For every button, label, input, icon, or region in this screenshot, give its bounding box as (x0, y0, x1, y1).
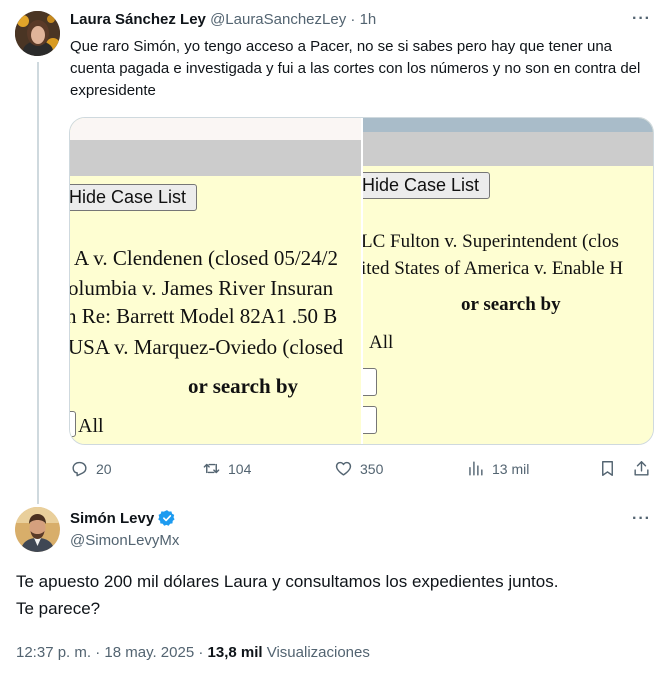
parent-tweet-text: Que raro Simón, yo tengo acceso a Pacer,… (70, 38, 641, 99)
main-tweet-text-line: Te apuesto 200 mil dólares Laura y consu… (16, 572, 559, 591)
more-options-button[interactable]: ··· (632, 510, 651, 528)
all-label: All (369, 332, 394, 353)
verified-badge-icon[interactable] (158, 509, 176, 527)
share-button[interactable] (632, 459, 651, 483)
case-line: n Re: Barrett Model 82A1 .50 B (70, 304, 338, 328)
all-label: All (78, 415, 104, 437)
case-line: LC Fulton v. Superintendent (clos (363, 231, 619, 252)
like-icon (335, 461, 352, 476)
bookmark-button[interactable] (598, 459, 617, 483)
main-tweet-text: Te apuesto 200 mil dólares Laura y consu… (16, 568, 656, 622)
repost-count: 104 (228, 460, 252, 477)
reply-icon (72, 461, 87, 477)
time-ago[interactable]: 1h (360, 11, 377, 28)
separator-dot: · (350, 11, 356, 28)
views-icon (469, 461, 483, 476)
case-line: A v. Clendenen (closed 05/24/2 (74, 246, 339, 270)
handle[interactable]: @SimonLevyMx (70, 532, 179, 549)
media-image-left[interactable]: Hide Case List A v. Clendenen (closed 05… (70, 118, 361, 444)
hide-case-list-button: Hide Case List (363, 172, 491, 199)
media-image-right[interactable]: Hide Case List LC Fulton v. Superintende… (363, 118, 653, 444)
search-by-label: or search by (461, 294, 561, 315)
checkbox (363, 406, 377, 434)
views-total: 13,8 mil (207, 644, 263, 661)
checkbox (70, 411, 76, 437)
like-count: 350 (360, 460, 384, 477)
repost-button[interactable]: 104 (202, 459, 251, 478)
avatar-simon[interactable] (15, 507, 60, 552)
like-button[interactable]: 350 (334, 459, 383, 478)
image-gray-bar (70, 140, 361, 176)
image-gray-bar (363, 132, 653, 166)
image-top-strip (70, 118, 361, 140)
tweet-date[interactable]: 18 may. 2025 (104, 644, 194, 661)
search-by-label: or search by (188, 374, 299, 398)
reply-count: 20 (96, 460, 112, 477)
tweet-metadata: 12:37 p. m. · 18 may. 2025 · 13,8 mil Vi… (16, 644, 370, 661)
more-icon: ··· (632, 510, 651, 527)
separator-dot: · (95, 644, 101, 661)
checkbox (363, 368, 377, 396)
bookmark-icon (602, 461, 613, 476)
more-options-button[interactable]: ··· (632, 10, 651, 28)
tweet-media[interactable]: Hide Case List A v. Clendenen (closed 05… (69, 117, 654, 445)
avatar-laura-image (15, 11, 60, 56)
repost-icon (203, 463, 220, 474)
views-button[interactable]: 13 mil (466, 459, 529, 478)
main-tweet-text-line: Te parece? (16, 599, 101, 618)
views-count: 13 mil (492, 460, 530, 477)
reply-button[interactable]: 20 (70, 459, 112, 478)
hide-case-list-button: Hide Case List (70, 184, 198, 211)
case-line: USA v. Marquez-Oviedo (closed (70, 335, 344, 359)
case-line: olumbia v. James River Insuran (70, 276, 334, 300)
avatar-simon-image (15, 507, 60, 552)
more-icon: ··· (632, 10, 651, 27)
display-name[interactable]: Laura Sánchez Ley (70, 11, 206, 28)
views-label: Visualizaciones (266, 644, 370, 661)
case-line: ited States of America v. Enable H (363, 258, 624, 279)
thread-connector-line (37, 62, 39, 504)
display-name[interactable]: Simón Levy (70, 510, 154, 527)
main-tweet-name-row: Simón Levy (70, 509, 176, 527)
tweet-time[interactable]: 12:37 p. m. (16, 644, 91, 661)
separator-dot: · (198, 644, 204, 661)
handle[interactable]: @LauraSanchezLey (210, 11, 346, 28)
parent-tweet-header: Laura Sánchez Ley @LauraSanchezLey · 1h (70, 11, 376, 28)
share-icon (634, 461, 649, 476)
avatar-laura[interactable] (15, 11, 60, 56)
image-top-strip (363, 118, 653, 132)
